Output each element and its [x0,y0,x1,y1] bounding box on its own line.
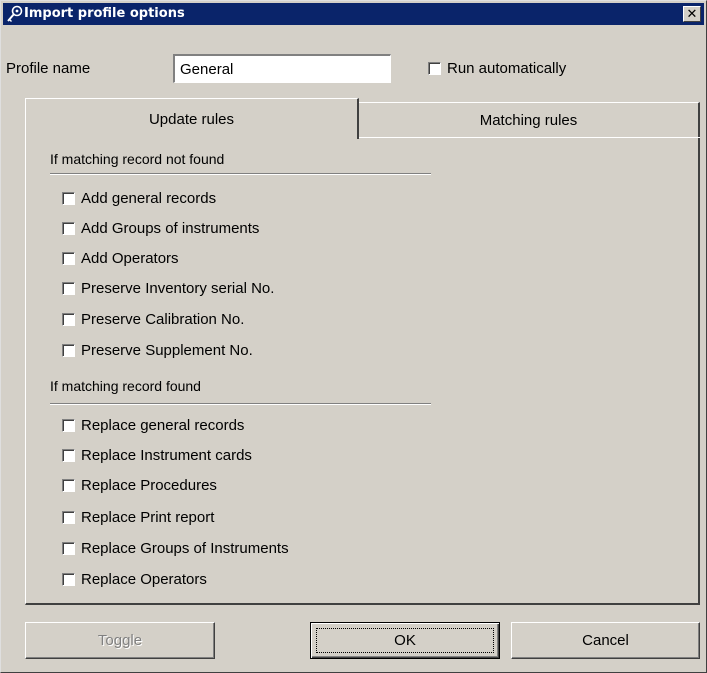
checkbox-box[interactable] [62,479,75,492]
checkbox-label: Add Groups of instruments [81,220,260,237]
dialog-window: Import profile options ✕ Profile name Ru… [0,0,707,673]
ok-button[interactable]: OK [310,622,500,659]
key-wrench-icon [6,5,24,23]
group-found-label: If matching record found [50,378,201,394]
tab-update-rules[interactable]: Update rules [25,98,359,139]
profile-name-input[interactable] [173,54,391,83]
checkbox-replace-instrument-cards[interactable]: Replace Instrument cards [62,447,252,464]
checkbox-label: Replace Groups of Instruments [81,540,289,557]
checkbox-label: Preserve Calibration No. [81,311,245,328]
checkbox-replace-operators[interactable]: Replace Operators [62,571,207,588]
tab-matching-rules-label: Matching rules [479,111,578,129]
checkbox-box[interactable] [62,344,75,357]
checkbox-label: Add Operators [81,250,179,267]
panel-top-edge [359,137,700,138]
window-title: Import profile options [24,6,185,21]
checkbox-add-operators[interactable]: Add Operators [62,250,179,267]
group-not-found-divider [50,173,431,175]
close-button[interactable]: ✕ [683,6,701,22]
checkbox-label: Replace Print report [81,509,215,526]
checkbox-box[interactable] [62,573,75,586]
checkbox-preserve-inventory-serial[interactable]: Preserve Inventory serial No. [62,280,274,297]
toggle-button-label: Toggle [97,632,143,649]
checkbox-label: Preserve Supplement No. [81,342,253,359]
run-automatically-checkbox[interactable]: Run automatically [428,60,566,77]
checkbox-label: Preserve Inventory serial No. [81,280,275,297]
checkbox-label: Replace Procedures [81,477,217,494]
checkbox-replace-groups-of-instruments[interactable]: Replace Groups of Instruments [62,540,289,557]
checkbox-label: Add general records [81,190,217,207]
tab-update-rules-label: Update rules [148,110,235,128]
toggle-button[interactable]: Toggle [25,622,215,659]
checkbox-box[interactable] [62,282,75,295]
checkbox-box[interactable] [62,192,75,205]
tab-panel-update-rules [25,137,700,605]
close-icon: ✕ [686,6,698,21]
checkbox-box[interactable] [62,222,75,235]
checkbox-add-general-records[interactable]: Add general records [62,190,216,207]
checkbox-preserve-calibration[interactable]: Preserve Calibration No. [62,311,244,328]
checkbox-box[interactable] [62,419,75,432]
checkbox-box[interactable] [428,62,441,75]
title-bar[interactable]: Import profile options ✕ [3,3,704,25]
run-automatically-label: Run automatically [447,60,567,77]
group-found-divider [50,403,431,405]
checkbox-label: Replace general records [81,417,245,434]
checkbox-label: Replace Instrument cards [81,447,252,464]
checkbox-box[interactable] [62,511,75,524]
checkbox-replace-general-records[interactable]: Replace general records [62,417,244,434]
cancel-button-label: Cancel [582,632,629,649]
checkbox-box[interactable] [62,449,75,462]
group-not-found-label: If matching record not found [50,151,225,167]
checkbox-box[interactable] [62,542,75,555]
checkbox-box[interactable] [62,313,75,326]
checkbox-replace-procedures[interactable]: Replace Procedures [62,477,217,494]
checkbox-box[interactable] [62,252,75,265]
tab-matching-rules[interactable]: Matching rules [359,102,700,137]
checkbox-preserve-supplement[interactable]: Preserve Supplement No. [62,342,253,359]
cancel-button[interactable]: Cancel [511,622,700,659]
focus-rectangle [316,628,494,653]
profile-name-label: Profile name [6,60,91,77]
checkbox-replace-print-report[interactable]: Replace Print report [62,509,214,526]
checkbox-add-groups-of-instruments[interactable]: Add Groups of instruments [62,220,259,237]
checkbox-label: Replace Operators [81,571,207,588]
